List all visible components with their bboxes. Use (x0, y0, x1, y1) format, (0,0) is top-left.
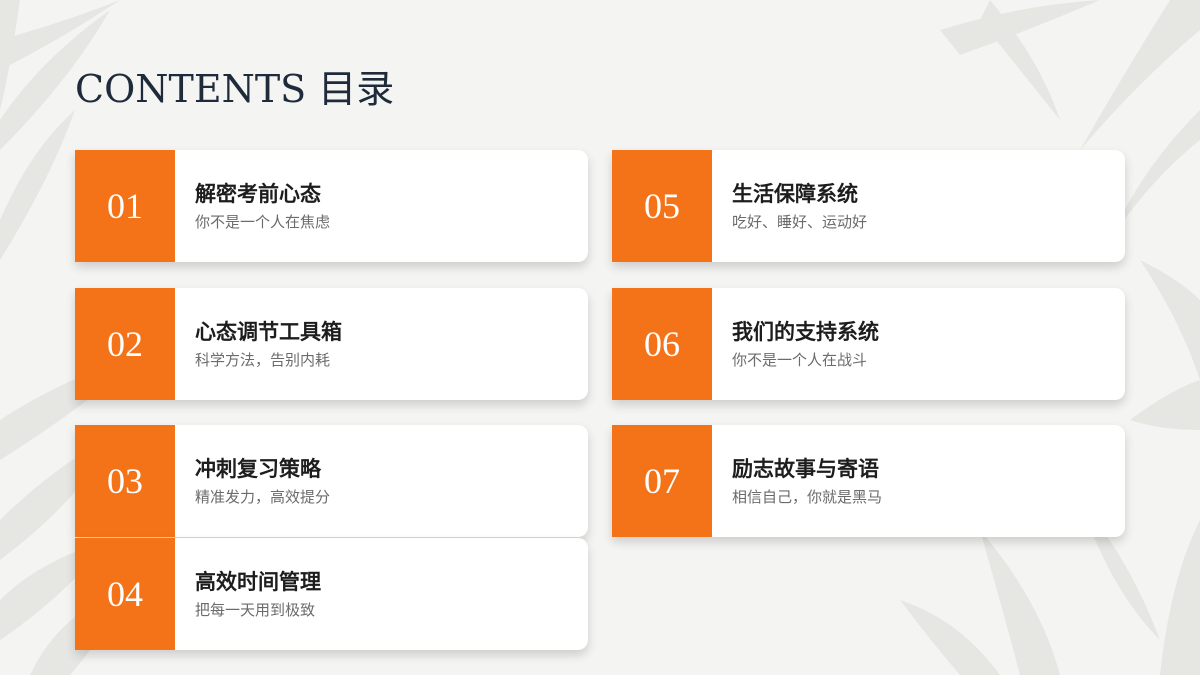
item-text: 解密考前心态 你不是一个人在焦虑 (175, 150, 330, 262)
item-subtitle: 科学方法，告别内耗 (195, 350, 331, 369)
item-text: 生活保障系统 吃好、睡好、运动好 (712, 150, 867, 262)
item-number: 07 (612, 425, 712, 537)
item-text: 心态调节工具箱 科学方法，告别内耗 (175, 288, 342, 400)
item-text: 励志故事与寄语 相信自己，你就是黑马 (712, 425, 882, 537)
item-title: 冲刺复习策略 (195, 456, 321, 482)
item-number: 05 (612, 150, 712, 262)
toc-item-06[interactable]: 06 我们的支持系统 你不是一个人在战斗 (612, 288, 1125, 400)
item-title: 高效时间管理 (195, 569, 321, 595)
item-text: 冲刺复习策略 精准发力，高效提分 (175, 425, 330, 537)
item-title: 心态调节工具箱 (195, 319, 342, 345)
item-number: 01 (75, 150, 175, 262)
item-number: 02 (75, 288, 175, 400)
toc-item-03[interactable]: 03 冲刺复习策略 精准发力，高效提分 (75, 425, 588, 537)
item-number: 03 (75, 425, 175, 537)
item-title: 我们的支持系统 (732, 319, 879, 345)
item-number: 06 (612, 288, 712, 400)
item-text: 我们的支持系统 你不是一个人在战斗 (712, 288, 879, 400)
toc-item-04[interactable]: 04 高效时间管理 把每一天用到极致 (75, 538, 588, 650)
item-number: 04 (75, 538, 175, 650)
toc-item-02[interactable]: 02 心态调节工具箱 科学方法，告别内耗 (75, 288, 588, 400)
item-subtitle: 吃好、睡好、运动好 (732, 212, 868, 231)
item-title: 励志故事与寄语 (732, 456, 879, 482)
page-title: CONTENTS 目录 (75, 67, 395, 111)
item-subtitle: 相信自己，你就是黑马 (732, 487, 883, 506)
toc-item-01[interactable]: 01 解密考前心态 你不是一个人在焦虑 (75, 150, 588, 262)
item-subtitle: 精准发力，高效提分 (195, 487, 331, 506)
item-subtitle: 你不是一个人在战斗 (732, 350, 868, 369)
item-text: 高效时间管理 把每一天用到极致 (175, 538, 321, 650)
toc-item-07[interactable]: 07 励志故事与寄语 相信自己，你就是黑马 (612, 425, 1125, 537)
item-title: 解密考前心态 (195, 181, 321, 207)
item-title: 生活保障系统 (732, 181, 858, 207)
toc-item-05[interactable]: 05 生活保障系统 吃好、睡好、运动好 (612, 150, 1125, 262)
item-subtitle: 把每一天用到极致 (195, 600, 316, 619)
item-subtitle: 你不是一个人在焦虑 (195, 212, 331, 231)
